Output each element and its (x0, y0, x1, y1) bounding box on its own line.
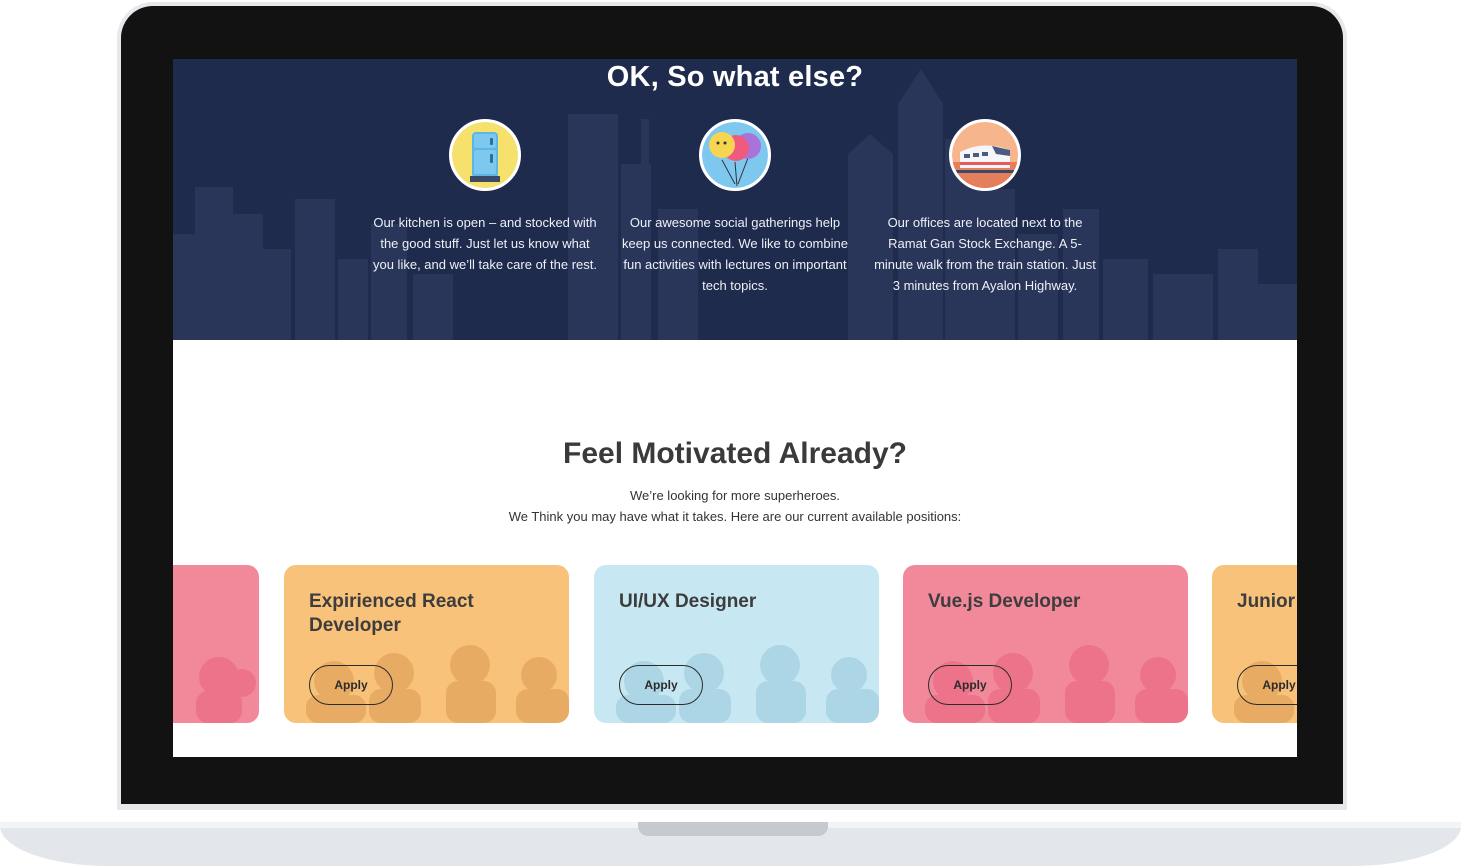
job-card-partial-right[interactable]: Junior Apply (1212, 565, 1297, 723)
perk-social-text: Our awesome social gatherings help keep … (622, 215, 848, 293)
perk-location-text: Our offices are located next to the Rama… (874, 215, 1096, 293)
perk-location: Our offices are located next to the Rama… (870, 119, 1100, 296)
motivated-subtitle-line1: We’re looking for more superheroes. (629, 488, 841, 503)
team-silhouettes-illustration (196, 657, 256, 723)
perks-section: OK, So what else? Our kitchen is open – … (173, 59, 1297, 340)
perk-social: Our awesome social gatherings help keep … (620, 119, 850, 296)
train-icon (949, 119, 1021, 191)
motivated-title: Feel Motivated Already? (563, 437, 907, 470)
job-card-react[interactable]: Expirienced React Developer Apply (284, 565, 569, 723)
apply-button[interactable]: Apply (928, 665, 1012, 705)
job-card-vue[interactable]: Vue.js Developer Apply (903, 565, 1188, 723)
apply-button[interactable]: Apply (619, 665, 703, 705)
perk-kitchen-text: Our kitchen is open – and stocked with t… (372, 215, 597, 272)
screen: OK, So what else? Our kitchen is open – … (173, 59, 1297, 757)
apply-button[interactable]: Apply (309, 665, 393, 705)
perks-title: OK, So what else? (606, 61, 864, 93)
fridge-icon (449, 119, 521, 191)
motivated-subtitle-line2: We Think you may have what it takes. Her… (508, 509, 962, 524)
job-card-uiux[interactable]: UI/UX Designer Apply (594, 565, 879, 723)
motivated-subtitle: We’re looking for more superheroes. We T… (173, 485, 1297, 527)
laptop-notch (638, 822, 828, 836)
perk-kitchen: Our kitchen is open – and stocked with t… (370, 119, 600, 275)
job-title: Expirienced React Developer (309, 591, 474, 636)
balloons-icon (699, 119, 771, 191)
job-title: Vue.js Developer (928, 591, 1081, 612)
apply-button[interactable]: Apply (1237, 665, 1297, 705)
job-card-partial-left[interactable] (173, 565, 259, 723)
job-title: Junior (1237, 591, 1296, 612)
job-title: UI/UX Designer (619, 591, 757, 612)
